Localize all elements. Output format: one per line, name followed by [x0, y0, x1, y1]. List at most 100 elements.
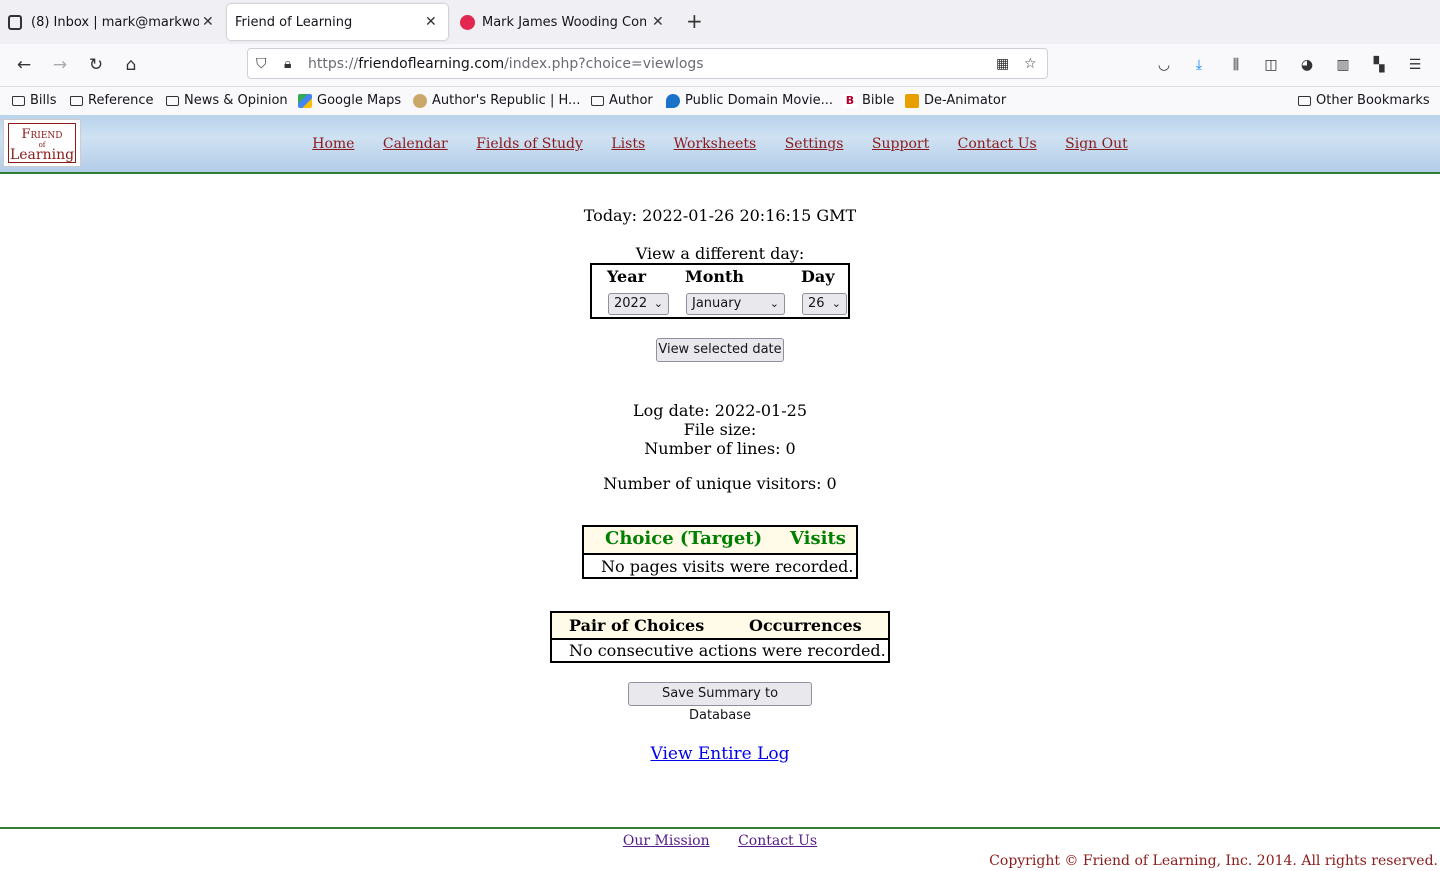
- bookmark-label: Bible: [862, 93, 895, 108]
- bookmark-label: Public Domain Movie...: [685, 93, 834, 108]
- tab-title: (8) Inbox | mark@markwo: [31, 14, 199, 30]
- month-value: January: [692, 296, 742, 311]
- shield-icon[interactable]: ⛉: [256, 56, 267, 72]
- nav-home[interactable]: Home: [312, 136, 354, 152]
- bookmark-de-animator[interactable]: De-Animator: [905, 93, 1006, 108]
- bookmark-author[interactable]: Author: [591, 93, 653, 108]
- date-picker-box: Year Month Day 2022 ⌄ January ⌄ 26 ⌄: [590, 263, 850, 319]
- sidebar-icon[interactable]: ◫: [1262, 56, 1280, 74]
- number-of-lines: Number of lines: 0: [644, 439, 796, 458]
- bookmark-authors-republic[interactable]: Author's Republic | H...: [413, 93, 580, 108]
- bookmark-public-domain-movies[interactable]: Public Domain Movie...: [666, 93, 833, 108]
- col-pair-of-choices: Pair of Choices: [569, 616, 705, 635]
- pairs-table: Pair of Choices Occurrences No consecuti…: [550, 611, 890, 663]
- bookmark-bills[interactable]: Bills: [12, 93, 57, 108]
- day-value: 26: [808, 296, 825, 311]
- day-select[interactable]: 26 ⌄: [802, 293, 847, 315]
- footer-our-mission[interactable]: Our Mission: [623, 833, 710, 849]
- new-tab-plus-icon[interactable]: +: [686, 11, 703, 31]
- bookmark-label: Author's Republic | H...: [432, 93, 581, 108]
- url-scheme: https://: [308, 56, 359, 72]
- log-date: Log date: 2022-01-25: [633, 401, 807, 420]
- bookmarks-toolbar: Bills Reference News & Opinion Google Ma…: [0, 87, 1440, 116]
- bookmark-star-icon[interactable]: ☆: [1024, 56, 1037, 72]
- tab-friend-of-learning[interactable]: Friend of Learning ✕: [227, 4, 448, 40]
- main-nav: Home Calendar Fields of Study Lists Work…: [0, 136, 1440, 152]
- authors-republic-icon: [413, 93, 427, 108]
- unique-visitors: Number of unique visitors: 0: [603, 474, 837, 493]
- lock-icon[interactable]: 🔒︎: [284, 56, 291, 72]
- pocket-icon[interactable]: ◡: [1155, 56, 1173, 74]
- month-select[interactable]: January ⌄: [686, 293, 785, 315]
- footer-contact-us[interactable]: Contact Us: [738, 833, 817, 849]
- qr-code-icon[interactable]: ▦: [996, 56, 1009, 72]
- bookmark-reference[interactable]: Reference: [70, 93, 153, 108]
- library-icon[interactable]: ⫼: [1227, 56, 1245, 74]
- year-select[interactable]: 2022 ⌄: [608, 293, 669, 315]
- bookmark-label: Bills: [30, 93, 57, 108]
- url-path: /index.php?choice=viewlogs: [504, 56, 704, 72]
- visits-table: Choice (Target) Visits No pages visits w…: [582, 525, 858, 579]
- menu-icon[interactable]: ☰: [1406, 56, 1424, 74]
- apps-icon[interactable]: ▚: [1370, 56, 1388, 74]
- drupal-drop-icon: [666, 93, 680, 108]
- footer-links: Our Mission Contact Us: [0, 833, 1440, 849]
- close-icon[interactable]: ✕: [202, 14, 214, 30]
- bookmark-label: Google Maps: [317, 93, 402, 108]
- address-bar[interactable]: ⛉ 🔒︎ https://friendoflearning.com/index.…: [247, 48, 1048, 79]
- visits-table-header: Choice (Target) Visits: [584, 527, 856, 555]
- back-arrow-icon[interactable]: ←: [14, 55, 34, 75]
- today-timestamp: Today: 2022-01-26 20:16:15 GMT: [583, 206, 857, 225]
- col-choice-target: Choice (Target): [605, 528, 763, 549]
- url-host: friendoflearning.com: [358, 56, 505, 72]
- save-summary-button[interactable]: Save Summary to Database: [628, 682, 812, 723]
- file-size: File size:: [683, 420, 757, 439]
- nav-contact-us[interactable]: Contact Us: [958, 136, 1037, 152]
- nav-sign-out[interactable]: Sign Out: [1065, 136, 1128, 152]
- tab-mark-james-wooding[interactable]: Mark James Wooding Com ✕: [460, 0, 670, 44]
- year-value: 2022: [614, 296, 648, 311]
- folder-icon: [166, 95, 179, 106]
- nav-calendar[interactable]: Calendar: [383, 136, 448, 152]
- bookmark-label: Other Bookmarks: [1316, 93, 1430, 108]
- tab-strip: (8) Inbox | mark@markwo ✕ Friend of Lear…: [0, 0, 1440, 44]
- tab-title: Friend of Learning: [235, 14, 353, 30]
- close-icon[interactable]: ✕: [652, 14, 664, 30]
- visits-empty-message: No pages visits were recorded.: [601, 557, 854, 576]
- folder-icon: [70, 95, 83, 106]
- extension-icon[interactable]: ◕: [1298, 56, 1316, 74]
- view-entire-log-link[interactable]: View Entire Log: [650, 744, 789, 764]
- nav-worksheets[interactable]: Worksheets: [674, 136, 757, 152]
- copyright-notice: Copyright © Friend of Learning, Inc. 201…: [989, 853, 1438, 869]
- bookmark-news-opinion[interactable]: News & Opinion: [166, 93, 288, 108]
- bookmark-google-maps[interactable]: Google Maps: [298, 93, 401, 108]
- nav-fields-of-study[interactable]: Fields of Study: [476, 136, 583, 152]
- close-icon[interactable]: ✕: [425, 14, 437, 30]
- view-selected-date-button[interactable]: View selected date: [656, 338, 784, 362]
- site-header: Friend of Learning Home Calendar Fields …: [0, 115, 1440, 174]
- chevron-down-icon: ⌄: [769, 297, 779, 310]
- download-icon[interactable]: ⤓: [1190, 56, 1208, 74]
- col-visits: Visits: [790, 528, 846, 549]
- bookmark-label: News & Opinion: [184, 93, 288, 108]
- view-entire-log-container: View Entire Log: [0, 744, 1440, 764]
- folder-icon: [591, 95, 604, 106]
- red-circle-icon: [460, 14, 475, 30]
- toolbar-grid-icon[interactable]: ▥: [1334, 56, 1352, 74]
- bookmark-other[interactable]: Other Bookmarks: [1298, 93, 1430, 108]
- nav-lists[interactable]: Lists: [611, 136, 645, 152]
- tab-inbox[interactable]: (8) Inbox | mark@markwo ✕: [8, 0, 218, 44]
- url-text[interactable]: https://friendoflearning.com/index.php?c…: [308, 56, 704, 72]
- nav-bar: ← → ↻ ⌂ ⛉ 🔒︎ https://friendoflearning.co…: [0, 44, 1440, 87]
- bookmark-label: De-Animator: [924, 93, 1007, 108]
- footer-divider: [0, 827, 1440, 829]
- chevron-down-icon: ⌄: [831, 297, 841, 310]
- bookmark-label: Reference: [88, 93, 154, 108]
- nav-settings[interactable]: Settings: [785, 136, 844, 152]
- nav-support[interactable]: Support: [872, 136, 929, 152]
- bookmark-bible[interactable]: B Bible: [843, 93, 894, 108]
- pairs-table-header: Pair of Choices Occurrences: [552, 613, 888, 640]
- home-icon[interactable]: ⌂: [121, 55, 141, 75]
- forward-arrow-icon[interactable]: →: [50, 55, 70, 75]
- reload-icon[interactable]: ↻: [86, 55, 106, 75]
